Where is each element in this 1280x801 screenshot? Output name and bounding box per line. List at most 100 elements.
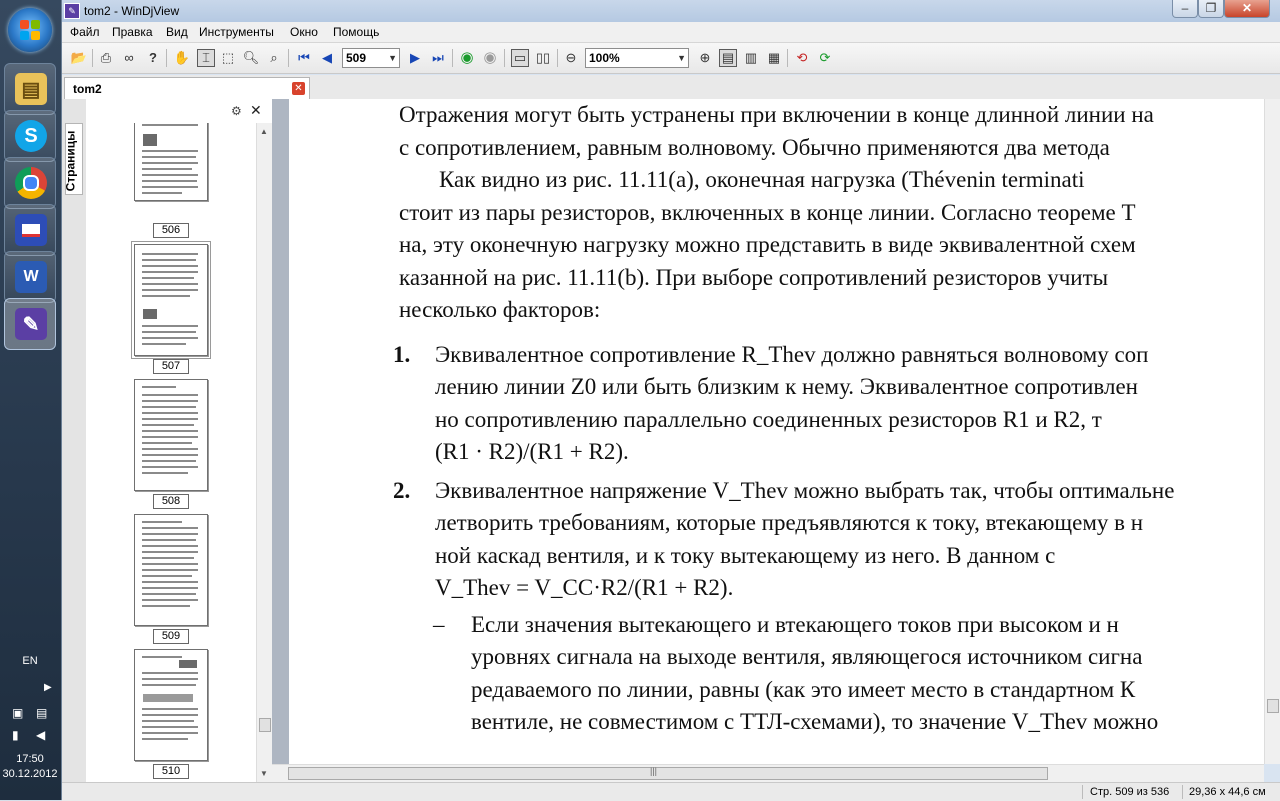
toolbar-separator — [504, 49, 505, 67]
taskbar: ▤ S W ✎ EN ▶ ▣ ▤ ▮ ◀ 17:50 30.12.2012 — [0, 0, 62, 800]
text-line: редаваемого по линии, равны (как это име… — [471, 676, 1136, 702]
help-icon[interactable]: ? — [144, 49, 162, 67]
toolbar-separator — [787, 49, 788, 67]
rotate-left-icon[interactable]: ⟲ — [793, 49, 811, 67]
text-line: Эквивалентное напряжение V_Thev можно вы… — [435, 477, 1175, 503]
thumbnail-list[interactable]: 506 507 508 509 510 — [86, 123, 256, 782]
menu-tools[interactable]: Инструменты — [199, 25, 274, 39]
rotate-right-icon[interactable]: ⟳ — [816, 49, 834, 67]
text-line: но сопротивлению параллельно соединенных… — [435, 406, 1102, 432]
fit-width-icon[interactable]: ▥ — [742, 49, 760, 67]
restore-button[interactable]: ❐ — [1198, 0, 1224, 18]
close-window-button[interactable]: ✕ — [1224, 0, 1270, 18]
scroll-thumb[interactable] — [259, 718, 271, 732]
text-line: казанной на рис. 11.11(b). При выборе со… — [399, 264, 1109, 290]
menu-window[interactable]: Окно — [290, 25, 318, 39]
text-line: V_Thev = V_CC·R2/(R1 + R2). — [435, 575, 734, 600]
volume-icon[interactable]: ◀ — [36, 728, 50, 742]
scroll-down-icon[interactable]: ▼ — [260, 769, 268, 778]
device-icon[interactable]: ▤ — [36, 706, 50, 720]
app-icon[interactable]: ✎ — [64, 3, 80, 19]
scroll-thumb[interactable] — [1267, 699, 1279, 713]
facing-pages-icon[interactable]: ▯▯ — [534, 49, 552, 67]
list-dash: – — [433, 611, 445, 637]
start-button[interactable] — [8, 8, 52, 52]
taskbar-explorer-button[interactable]: ▤ — [4, 63, 56, 115]
prev-page-icon[interactable]: ◀ — [318, 49, 336, 67]
viewer-vertical-scrollbar[interactable] — [1264, 99, 1280, 764]
actual-size-icon[interactable]: ▦ — [765, 49, 783, 67]
page-thumbnail[interactable] — [131, 241, 211, 359]
document-tab-bar: tom2 ✕ — [62, 75, 1280, 99]
signal-icon[interactable]: ▮ — [12, 728, 26, 742]
list-item: 2. Эквивалентное напряжение V_Thev можно … — [393, 475, 1280, 508]
page-thumbnail[interactable] — [134, 649, 208, 761]
menu-edit[interactable]: Правка — [112, 25, 153, 39]
menu-view[interactable]: Вид — [166, 25, 188, 39]
skype-icon: S — [15, 120, 47, 152]
zoom-tool-icon[interactable]: 🔍︎ — [242, 49, 260, 67]
tray-expand-icon[interactable]: ▶ — [44, 682, 52, 693]
find-binoculars-icon[interactable]: ∞ — [120, 49, 138, 67]
back-icon[interactable]: ◉ — [458, 49, 476, 67]
text-line: на, эту оконечную нагрузку можно предста… — [399, 232, 1136, 257]
chevron-down-icon[interactable]: ▼ — [388, 49, 397, 67]
text-line: Эквивалентное сопротивление R_Thev должн… — [435, 341, 1149, 367]
list-item: – Если значения вытекающего и втекающего … — [399, 609, 1280, 642]
text-line: (R1 · R2)/(R1 + R2). — [435, 439, 629, 464]
text-line: летворить требованиям, которые предъявля… — [435, 510, 1144, 535]
viewer-horizontal-scrollbar[interactable]: ||| — [272, 764, 1264, 782]
print-icon[interactable]: ⎙ — [97, 49, 115, 67]
scroll-thumb[interactable] — [288, 767, 1048, 780]
network-icon[interactable]: ▣ — [12, 706, 26, 720]
language-indicator[interactable]: EN — [0, 655, 60, 667]
last-page-icon[interactable]: ⏭ — [429, 49, 447, 67]
taskbar-chrome-button[interactable] — [4, 157, 56, 209]
chevron-down-icon[interactable]: ▼ — [677, 49, 686, 67]
zoom-combo[interactable]: 100% ▼ — [585, 48, 689, 68]
page-number-combo[interactable]: 509 ▼ — [342, 48, 400, 68]
page-number-label: 509 — [153, 629, 189, 644]
menu-help[interactable]: Помощь — [333, 25, 379, 39]
taskbar-windjview-button[interactable]: ✎ — [4, 298, 56, 350]
toolbar-separator — [288, 49, 289, 67]
toolbar-separator — [92, 49, 93, 67]
document-viewer[interactable]: Отражения могут быть устранены при включ… — [272, 99, 1280, 764]
menu-file[interactable]: Файл — [70, 25, 100, 39]
thumbnails-panel: ⚙ ✕ 506 507 508 509 510 ▲ ▼ — [86, 99, 273, 782]
select-tool-icon[interactable]: ⌶ — [197, 49, 215, 67]
taskbar-save-button[interactable] — [4, 204, 56, 256]
zoom-rect-icon[interactable]: ⌕ — [265, 49, 283, 67]
thumbnail-scrollbar[interactable]: ▲ ▼ — [256, 123, 273, 782]
hand-tool-icon[interactable]: ✋ — [173, 49, 191, 67]
rect-select-icon[interactable]: ⬚ — [219, 49, 237, 67]
tab-pages[interactable]: Страницы — [63, 123, 83, 195]
single-page-layout-icon[interactable]: ▭ — [511, 49, 529, 67]
list-number: 2. — [393, 477, 411, 503]
taskbar-skype-button[interactable]: S — [4, 110, 56, 162]
gear-icon[interactable]: ⚙ — [231, 104, 242, 118]
zoom-out-icon[interactable]: ⊖ — [562, 49, 580, 67]
page-thumbnail[interactable] — [134, 379, 208, 491]
tab-tom2[interactable]: tom2 ✕ — [64, 77, 310, 99]
first-page-icon[interactable]: ⏮ — [295, 49, 313, 67]
chrome-icon — [15, 167, 47, 199]
clock[interactable]: 17:50 30.12.2012 — [0, 752, 60, 782]
page-thumbnail[interactable] — [134, 123, 208, 201]
close-tab-icon[interactable]: ✕ — [292, 82, 305, 95]
minimize-button[interactable]: – — [1172, 0, 1198, 18]
forward-icon[interactable]: ◉ — [481, 49, 499, 67]
close-panel-icon[interactable]: ✕ — [250, 102, 262, 119]
next-page-icon[interactable]: ▶ — [406, 49, 424, 67]
page-thumbnail-current[interactable] — [134, 514, 208, 626]
text-line: с сопротивлением, равным волновому. Обыч… — [399, 134, 1110, 160]
scroll-up-icon[interactable]: ▲ — [260, 127, 268, 136]
title-bar[interactable]: ✎ tom2 - WinDjView – ❐ ✕ — [62, 0, 1280, 22]
status-separator — [1082, 785, 1083, 799]
open-folder-icon[interactable]: 📂 — [70, 49, 88, 67]
taskbar-word-button[interactable]: W — [4, 251, 56, 303]
zoom-in-icon[interactable]: ⊕ — [696, 49, 714, 67]
window-title: tom2 - WinDjView — [84, 4, 180, 18]
text-line: уровнях сигнала на выходе вентиля, являю… — [471, 644, 1143, 669]
fit-page-icon[interactable]: ▤ — [719, 49, 737, 67]
